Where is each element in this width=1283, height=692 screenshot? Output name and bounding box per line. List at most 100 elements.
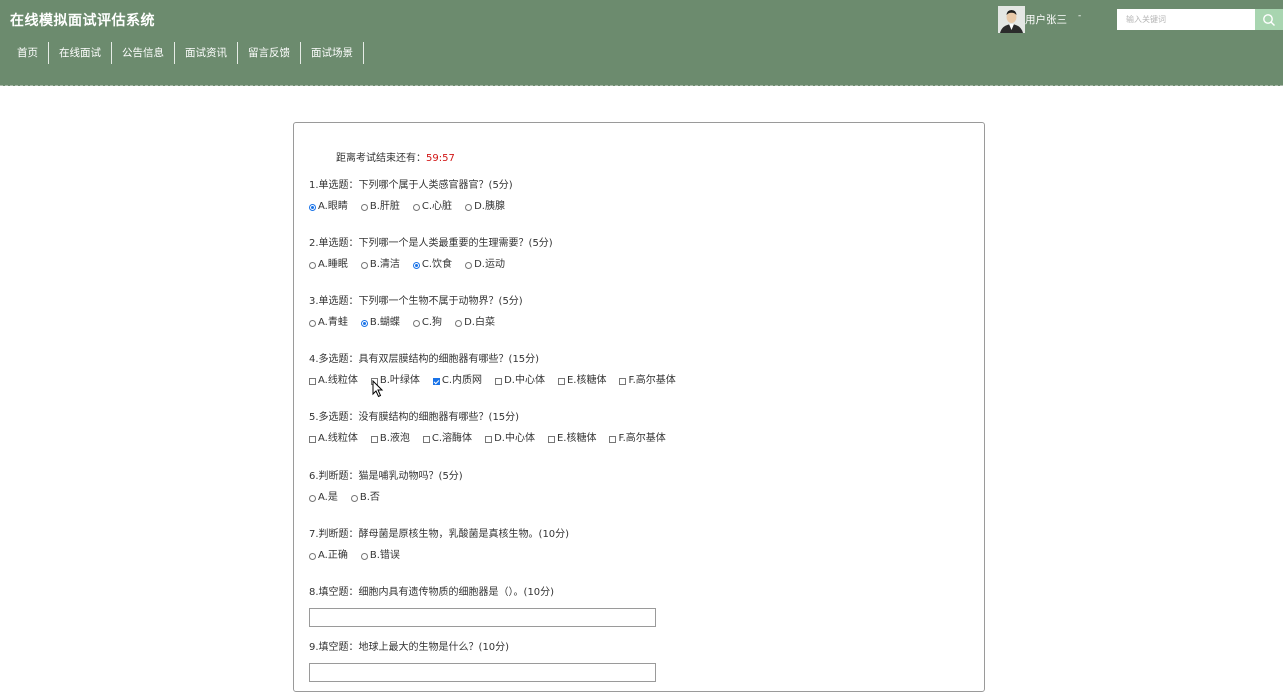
option-d[interactable]: D.中心体 bbox=[485, 432, 535, 446]
nav-item-interview-news[interactable]: 面试资讯 bbox=[175, 42, 238, 64]
checkbox[interactable] bbox=[309, 435, 316, 443]
option-b[interactable]: B.蝴蝶 bbox=[360, 316, 400, 330]
checkbox[interactable] bbox=[370, 435, 378, 443]
radio[interactable] bbox=[412, 203, 420, 211]
radio[interactable] bbox=[455, 319, 463, 327]
option-d[interactable]: D.中心体 bbox=[495, 374, 545, 388]
radio[interactable] bbox=[465, 261, 473, 269]
nav-item-feedback[interactable]: 留言反馈 bbox=[238, 42, 301, 64]
option-e[interactable]: E.核糖体 bbox=[547, 432, 597, 446]
checkbox-checked[interactable] bbox=[432, 377, 440, 385]
checkbox[interactable] bbox=[557, 377, 565, 385]
option-label: A.睡眠 bbox=[318, 259, 348, 270]
option-label: A.线粒体 bbox=[318, 375, 358, 386]
option-a[interactable]: A.是 bbox=[309, 491, 338, 505]
question-options: A.正确 B.错误 bbox=[309, 549, 569, 563]
option-c[interactable]: C.狗 bbox=[412, 316, 443, 330]
radio[interactable] bbox=[360, 552, 368, 560]
user-menu-caret[interactable]: - bbox=[1078, 11, 1081, 21]
nav-item-home[interactable]: 首页 bbox=[0, 42, 49, 64]
question-options: A.睡眠 B.清洁 C.饮食 D.运动 bbox=[309, 258, 553, 272]
checkbox[interactable] bbox=[609, 435, 617, 443]
option-a[interactable]: A.睡眠 bbox=[309, 258, 348, 272]
search-icon bbox=[1263, 13, 1275, 26]
option-label: C.狗 bbox=[421, 317, 443, 328]
nav-item-interview-scenes[interactable]: 面试场景 bbox=[301, 42, 364, 64]
question-1: 1.单选题：下列哪个属于人类感官器官？(5分) A.眼睛 B.肝脏 C.心脏 D… bbox=[309, 179, 518, 214]
option-label: D.白菜 bbox=[464, 317, 495, 328]
radio[interactable] bbox=[360, 261, 368, 269]
question-title: 5.多选题：没有膜结构的细胞器有哪些？(15分) bbox=[309, 412, 520, 423]
search-input[interactable] bbox=[1117, 9, 1255, 30]
option-label: D.运动 bbox=[474, 259, 505, 270]
radio-selected[interactable] bbox=[360, 319, 368, 327]
checkbox[interactable] bbox=[495, 377, 503, 385]
timer-label: 距离考试结束还有： bbox=[336, 153, 426, 164]
question-title: 1.单选题：下列哪个属于人类感官器官？(5分) bbox=[309, 180, 513, 191]
option-d[interactable]: D.胰腺 bbox=[465, 200, 505, 214]
question-title: 4.多选题：具有双层膜结构的细胞器有哪些？(15分) bbox=[309, 354, 540, 365]
radio[interactable] bbox=[465, 203, 473, 211]
question-5: 5.多选题：没有膜结构的细胞器有哪些？(15分) A.线粒体 B.液泡 C.溶酶… bbox=[309, 411, 679, 446]
search-button[interactable] bbox=[1255, 9, 1283, 30]
option-label: D.中心体 bbox=[504, 375, 545, 386]
question-6: 6.判断题：猫是哺乳动物吗？(5分) A.是 B.否 bbox=[309, 470, 463, 505]
question-title: 8.填空题：细胞内具有遗传物质的细胞器是（）。(10分) bbox=[309, 587, 555, 598]
question-options: A.线粒体 B.液泡 C.溶酶体 D.中心体 E.核糖体 F.高尔基体 bbox=[309, 432, 679, 446]
option-a[interactable]: A.眼睛 bbox=[309, 200, 348, 214]
radio[interactable] bbox=[350, 494, 358, 502]
radio[interactable] bbox=[309, 552, 316, 560]
checkbox[interactable] bbox=[309, 377, 316, 385]
user-name[interactable]: 用户张三 bbox=[1025, 12, 1067, 27]
checkbox[interactable] bbox=[485, 435, 493, 443]
question-8: 8.填空题：细胞内具有遗传物质的细胞器是（）。(10分) bbox=[309, 586, 656, 627]
question-options: A.线粒体 B.叶绿体 C.内质网 D.中心体 E.核糖体 F.高尔基体 bbox=[309, 374, 689, 388]
radio-selected[interactable] bbox=[309, 203, 316, 211]
option-f[interactable]: F.高尔基体 bbox=[619, 374, 676, 388]
answer-input[interactable] bbox=[309, 608, 656, 627]
avatar[interactable] bbox=[998, 6, 1025, 33]
option-d[interactable]: D.运动 bbox=[465, 258, 505, 272]
option-label: C.溶酶体 bbox=[431, 433, 473, 444]
option-b[interactable]: B.否 bbox=[350, 491, 380, 505]
radio[interactable] bbox=[360, 203, 368, 211]
question-options: A.是 B.否 bbox=[309, 491, 463, 505]
checkbox[interactable] bbox=[422, 435, 430, 443]
radio[interactable] bbox=[412, 319, 420, 327]
option-c[interactable]: C.饮食 bbox=[412, 258, 452, 272]
option-e[interactable]: E.核糖体 bbox=[557, 374, 606, 388]
option-a[interactable]: A.线粒体 bbox=[309, 432, 358, 446]
option-label: E.核糖体 bbox=[556, 433, 597, 444]
question-title: 3.单选题：下列哪一个生物不属于动物界？(5分) bbox=[309, 296, 523, 307]
answer-input[interactable] bbox=[309, 663, 656, 682]
option-f[interactable]: F.高尔基体 bbox=[609, 432, 666, 446]
question-options: A.青蛙 B.蝴蝶 C.狗 D.白菜 bbox=[309, 316, 523, 330]
nav-item-announcements[interactable]: 公告信息 bbox=[112, 42, 175, 64]
radio[interactable] bbox=[309, 261, 316, 269]
radio[interactable] bbox=[309, 494, 316, 502]
nav-item-online-interview[interactable]: 在线面试 bbox=[49, 42, 112, 64]
checkbox[interactable] bbox=[619, 377, 627, 385]
option-c[interactable]: C.溶酶体 bbox=[422, 432, 473, 446]
option-label: D.胰腺 bbox=[474, 201, 505, 212]
option-c[interactable]: C.内质网 bbox=[432, 374, 482, 388]
question-2: 2.单选题：下列哪一个是人类最重要的生理需要？(5分) A.睡眠 B.清洁 C.… bbox=[309, 237, 553, 272]
option-b[interactable]: B.清洁 bbox=[360, 258, 400, 272]
option-a[interactable]: A.线粒体 bbox=[309, 374, 358, 388]
question-7: 7.判断题：酵母菌是原核生物，乳酸菌是真核生物。(10分) A.正确 B.错误 bbox=[309, 528, 569, 563]
checkbox[interactable] bbox=[547, 435, 555, 443]
option-label: B.叶绿体 bbox=[379, 375, 420, 386]
option-b[interactable]: B.肝脏 bbox=[360, 200, 400, 214]
option-c[interactable]: C.心脏 bbox=[412, 200, 452, 214]
radio[interactable] bbox=[309, 319, 316, 327]
option-label: B.肝脏 bbox=[369, 201, 400, 212]
option-b[interactable]: B.错误 bbox=[360, 549, 400, 563]
option-label: A.眼睛 bbox=[318, 201, 348, 212]
option-d[interactable]: D.白菜 bbox=[455, 316, 495, 330]
radio-selected[interactable] bbox=[412, 261, 420, 269]
option-a[interactable]: A.正确 bbox=[309, 549, 348, 563]
option-a[interactable]: A.青蛙 bbox=[309, 316, 348, 330]
question-title: 2.单选题：下列哪一个是人类最重要的生理需要？(5分) bbox=[309, 238, 553, 249]
question-options: A.眼睛 B.肝脏 C.心脏 D.胰腺 bbox=[309, 200, 518, 214]
option-b[interactable]: B.液泡 bbox=[370, 432, 410, 446]
